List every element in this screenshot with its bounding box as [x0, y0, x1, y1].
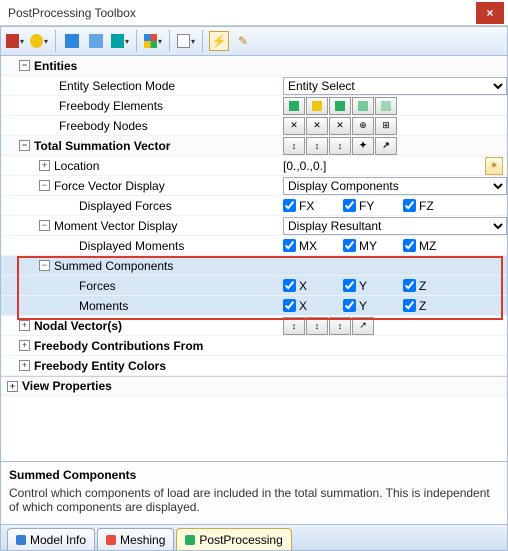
help-body: Control which components of load are inc…	[9, 486, 499, 514]
summed-forces-label: Forces	[79, 279, 116, 293]
mvd-dropdown[interactable]: Display Resultant	[283, 217, 507, 235]
fbe-icon-5[interactable]	[375, 97, 397, 115]
collapse-icon[interactable]: −	[39, 180, 50, 191]
tsv-icon-4[interactable]: ✦	[352, 137, 374, 155]
collapse-icon[interactable]: −	[19, 140, 30, 151]
entity-select-dropdown[interactable]: Entity Select	[283, 77, 507, 95]
fvd-dropdown[interactable]: Display Components	[283, 177, 507, 195]
moments-y-checkbox[interactable]: Y	[343, 299, 403, 313]
freebody-nodes-label: Freebody Nodes	[59, 119, 148, 133]
tsv-icon-1[interactable]: ↕	[283, 137, 305, 155]
fbe-icon-1[interactable]	[283, 97, 305, 115]
my-checkbox[interactable]: MY	[343, 239, 403, 253]
forces-y-checkbox[interactable]: Y	[343, 279, 403, 293]
nv-icon-2[interactable]: ↕	[306, 317, 328, 335]
mz-checkbox[interactable]: MZ	[403, 239, 463, 253]
moments-x-checkbox[interactable]: X	[283, 299, 343, 313]
summed-label: Summed Components	[54, 259, 173, 273]
property-tree: − Entities Entity Selection Mode Entity …	[0, 56, 508, 462]
forces-x-checkbox[interactable]: X	[283, 279, 343, 293]
forces-z-checkbox[interactable]: Z	[403, 279, 463, 293]
fbe-icon-4[interactable]	[352, 97, 374, 115]
toolbar-bolt-icon[interactable]: ⚡	[209, 31, 229, 51]
tsv-icon-3[interactable]: ↕	[329, 137, 351, 155]
nv-icon-1[interactable]: ↕	[283, 317, 305, 335]
tsv-icon-5[interactable]: ↗	[375, 137, 397, 155]
contributions-label: Freebody Contributions From	[34, 339, 203, 353]
collapse-icon[interactable]: −	[39, 220, 50, 231]
mvd-label: Moment Vector Display	[54, 219, 177, 233]
entity-colors-label: Freebody Entity Colors	[34, 359, 166, 373]
freebody-elements-label: Freebody Elements	[59, 99, 163, 113]
toolbar-brush-icon[interactable]: ✎	[233, 31, 253, 51]
entities-label: Entities	[34, 59, 77, 73]
toolbar-separator	[202, 30, 203, 52]
toolbar-grid-icon[interactable]: ▾	[143, 31, 163, 51]
nv-icon-3[interactable]: ↕	[329, 317, 351, 335]
model-info-icon	[16, 535, 26, 545]
collapse-icon[interactable]: −	[19, 60, 30, 71]
location-label: Location	[54, 159, 99, 173]
help-title: Summed Components	[9, 468, 499, 482]
fbe-icon-2[interactable]	[306, 97, 328, 115]
toolbar-separator	[55, 30, 56, 52]
tab-postprocessing[interactable]: PostProcessing	[176, 528, 291, 550]
fbn-icon-3[interactable]: ✕	[329, 117, 351, 135]
help-panel: Summed Components Control which componen…	[0, 462, 508, 525]
displayed-moments-label: Displayed Moments	[79, 239, 184, 253]
fvd-label: Force Vector Display	[54, 179, 165, 193]
toolbar-empty-icon[interactable]: ▾	[176, 31, 196, 51]
toolbar-frame-icon[interactable]	[62, 31, 82, 51]
nodal-vectors-label: Nodal Vector(s)	[34, 319, 122, 333]
close-button[interactable]: ×	[476, 2, 504, 24]
mx-checkbox[interactable]: MX	[283, 239, 343, 253]
tab-meshing[interactable]: Meshing	[97, 528, 174, 550]
toolbar-separator	[136, 30, 137, 52]
toolbar: ▾ ▾ ▾ ▾ ▾ ⚡ ✎	[0, 26, 508, 56]
window-title: PostProcessing Toolbox	[8, 6, 136, 20]
displayed-forces-label: Displayed Forces	[79, 199, 172, 213]
entity-selection-mode-label: Entity Selection Mode	[59, 79, 175, 93]
expand-icon[interactable]: +	[19, 340, 30, 351]
fbn-icon-5[interactable]: ⊞	[375, 117, 397, 135]
toolbar-box-icon[interactable]: ▾	[5, 31, 25, 51]
expand-icon[interactable]: +	[7, 381, 18, 392]
bottom-tabs: Model Info Meshing PostProcessing	[0, 525, 508, 551]
meshing-icon	[106, 535, 116, 545]
location-star-button[interactable]: ✶	[485, 157, 503, 175]
expand-icon[interactable]: +	[39, 160, 50, 171]
postprocessing-icon	[185, 535, 195, 545]
nv-icon-4[interactable]: ↗	[352, 317, 374, 335]
toolbar-axis-icon[interactable]: ▾	[110, 31, 130, 51]
toolbar-star-icon[interactable]: ▾	[29, 31, 49, 51]
tab-model-info[interactable]: Model Info	[7, 528, 95, 550]
summed-moments-label: Moments	[79, 299, 128, 313]
toolbar-tree-icon[interactable]	[86, 31, 106, 51]
fz-checkbox[interactable]: FZ	[403, 199, 463, 213]
fx-checkbox[interactable]: FX	[283, 199, 343, 213]
expand-icon[interactable]: +	[19, 360, 30, 371]
summed-components-row[interactable]: − Summed Components	[1, 256, 507, 276]
toolbar-separator	[169, 30, 170, 52]
fbn-icon-1[interactable]: ✕	[283, 117, 305, 135]
moments-z-checkbox[interactable]: Z	[403, 299, 463, 313]
tsv-label: Total Summation Vector	[34, 139, 170, 153]
fbn-icon-4[interactable]: ⊕	[352, 117, 374, 135]
location-value: [0.,0.,0.]	[283, 159, 326, 173]
fbe-icon-3[interactable]	[329, 97, 351, 115]
title-bar: PostProcessing Toolbox ×	[0, 0, 508, 26]
view-properties-label: View Properties	[22, 379, 112, 393]
fbn-icon-2[interactable]: ✕	[306, 117, 328, 135]
expand-icon[interactable]: +	[19, 320, 30, 331]
tsv-icon-2[interactable]: ↕	[306, 137, 328, 155]
collapse-icon[interactable]: −	[39, 260, 50, 271]
fy-checkbox[interactable]: FY	[343, 199, 403, 213]
